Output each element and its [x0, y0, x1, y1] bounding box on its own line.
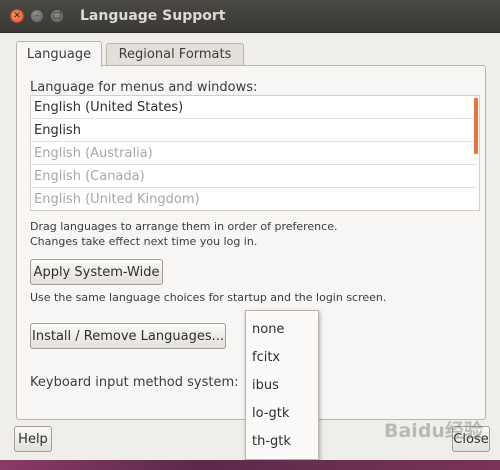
- apply-description: Use the same language choices for startu…: [30, 291, 387, 304]
- input-method-option-ibus[interactable]: ibus: [252, 375, 279, 397]
- install-remove-languages-button[interactable]: Install / Remove Languages...: [30, 323, 226, 349]
- language-item-english-us[interactable]: English (United States): [31, 96, 477, 119]
- language-item-english[interactable]: English: [31, 119, 477, 142]
- input-method-option-lo-gtk[interactable]: lo-gtk: [252, 403, 289, 425]
- help-button[interactable]: Help: [14, 426, 52, 452]
- input-method-dropdown[interactable]: none fcitx ibus lo-gtk th-gtk: [245, 310, 319, 460]
- language-item-english-australia[interactable]: English (Australia): [31, 142, 477, 165]
- input-method-option-th-gtk[interactable]: th-gtk: [252, 431, 291, 453]
- input-method-option-none[interactable]: none: [252, 319, 284, 341]
- language-list-label: Language for menus and windows:: [30, 80, 258, 95]
- list-scroll-indicator[interactable]: [474, 98, 478, 154]
- tab-regional-formats[interactable]: Regional Formats: [106, 43, 244, 65]
- apply-system-wide-button[interactable]: Apply System-Wide: [30, 259, 163, 285]
- window-title: Language Support: [80, 8, 226, 24]
- language-list[interactable]: English (United States) English English …: [30, 95, 480, 211]
- language-item-english-canada[interactable]: English (Canada): [31, 165, 477, 188]
- close-button[interactable]: Close: [452, 426, 490, 452]
- keyboard-input-method-label: Keyboard input method system:: [30, 375, 239, 390]
- hint-line-2: Changes take effect next time you log in…: [30, 235, 258, 248]
- language-item-english-uk[interactable]: English (United Kingdom): [31, 188, 477, 210]
- hint-line-1: Drag languages to arrange them in order …: [30, 220, 338, 233]
- input-method-option-fcitx[interactable]: fcitx: [252, 347, 280, 369]
- close-window-icon[interactable]: ✕: [10, 9, 24, 23]
- desktop-background-strip: [0, 460, 500, 470]
- tab-language[interactable]: Language: [16, 41, 102, 67]
- maximize-window-icon[interactable]: □: [50, 9, 64, 23]
- title-bar: ✕ – □ Language Support: [0, 0, 500, 33]
- language-support-window: ✕ – □ Language Support Language Regional…: [0, 0, 500, 470]
- minimize-window-icon[interactable]: –: [30, 9, 44, 23]
- language-hint: Drag languages to arrange them in order …: [30, 219, 470, 249]
